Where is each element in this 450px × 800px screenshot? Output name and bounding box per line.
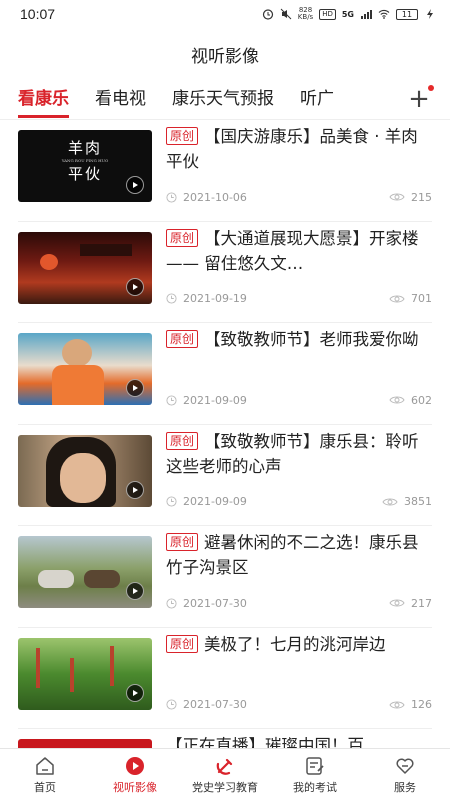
nav-label: 服务 [394, 780, 416, 794]
play-icon [126, 176, 144, 194]
hd-badge: HD [319, 8, 336, 20]
view-count: 602 [411, 393, 432, 407]
page-header: 视听影像 [0, 28, 450, 80]
nav-party-study[interactable]: 党史学习教育 [180, 749, 270, 800]
list-item[interactable]: 原创 【致敬教师节】康乐县：聆听这些老师的心声 2021-09-09 3851 [18, 425, 432, 526]
video-thumbnail[interactable] [18, 536, 152, 608]
original-tag: 原创 [166, 228, 199, 247]
clock-icon [166, 496, 177, 507]
view-count: 215 [411, 190, 432, 204]
list-item[interactable]: 原创 避暑休闲的不二之选！康乐县竹子沟景区 2021-07-30 217 [18, 526, 432, 628]
original-tag: 原创 [166, 533, 199, 551]
eye-icon [389, 396, 405, 404]
original-tag: 原创 [166, 431, 199, 450]
thumbnail-title: 羊肉 [67, 139, 102, 157]
play-circle-icon [126, 756, 144, 775]
nav-label: 视听影像 [113, 780, 157, 794]
clock-icon [166, 293, 177, 304]
channel-tabs: 看康乐 看电视 康乐天气预报 听广 [0, 80, 450, 120]
video-title: 原创 避暑休闲的不二之选！康乐县竹子沟景区 [166, 533, 419, 577]
video-meta: 2021-09-09 3851 [166, 493, 432, 511]
nav-service[interactable]: 服务 [360, 749, 450, 800]
publish-date: 2021-09-19 [183, 292, 247, 305]
play-icon [126, 582, 144, 600]
list-item[interactable]: 原创 美极了！七月的洮河岸边 2021-07-30 126 [18, 628, 432, 729]
clock-icon [166, 191, 177, 203]
video-meta: 2021-07-30 126 [166, 696, 432, 714]
eye-icon [389, 701, 405, 708]
publish-date: 2021-07-30 [183, 698, 247, 711]
video-title: 原创 【国庆游康乐】品美食 · 羊肉平伙 [166, 127, 418, 171]
play-icon [126, 480, 144, 499]
bottom-nav: 首页 视听影像 党史学习教育 我的考试 服务 [0, 748, 450, 800]
original-tag: 原创 [166, 330, 199, 348]
battery-indicator: 11 [396, 8, 418, 20]
list-item[interactable]: 【正在直播】璀璨中国！百 [18, 729, 432, 750]
list-item[interactable]: 原创 【大通道展现大愿景】开家楼 —— 留住悠久文… 2021-09-19 701 [18, 222, 432, 323]
nav-my-exam[interactable]: 我的考试 [270, 749, 360, 800]
nav-label: 党史学习教育 [192, 780, 258, 794]
view-count: 701 [411, 292, 432, 305]
eye-icon [389, 295, 405, 302]
video-thumbnail[interactable] [18, 231, 152, 304]
status-time: 10:07 [20, 6, 56, 22]
network-type: 5G [341, 9, 354, 19]
video-thumbnail[interactable] [18, 434, 152, 507]
publish-date: 2021-10-06 [183, 190, 247, 204]
video-title: 原创 【致敬教师节】康乐县：聆听这些老师的心声 [166, 431, 419, 476]
clock-icon [166, 394, 177, 406]
page-title: 视听影像 [191, 46, 259, 67]
charging-icon [427, 9, 433, 19]
notification-dot [428, 85, 434, 91]
video-title: 原创 美极了！七月的洮河岸边 [166, 632, 432, 682]
nav-video[interactable]: 视听影像 [90, 749, 180, 800]
home-icon [36, 756, 54, 775]
video-meta: 2021-09-19 701 [166, 290, 432, 308]
view-count: 126 [411, 698, 432, 711]
network-speed: 828 KB/s [297, 6, 314, 21]
clock-icon [166, 597, 177, 609]
video-meta: 2021-09-09 602 [166, 391, 432, 409]
alarm-icon [262, 9, 273, 20]
video-meta: 2021-07-30 217 [166, 594, 432, 612]
heart-service-icon [396, 758, 414, 774]
publish-date: 2021-09-09 [183, 393, 247, 407]
signal-icon [361, 10, 372, 19]
view-count: 217 [411, 596, 432, 610]
video-title: 原创 【大通道展现大愿景】开家楼 —— 留住悠久文… [166, 228, 419, 273]
status-icons: 828 KB/s HD 5G 11 [262, 7, 436, 21]
publish-date: 2021-07-30 [183, 596, 247, 610]
video-title: 原创 【致敬教师节】老师我爱你呦 [166, 327, 432, 377]
list-item[interactable]: 羊肉 YANG ROU PING HUO 平伙 原创 【国庆游康乐】品美食 · 羊… [18, 120, 432, 222]
tab-weather-forecast[interactable]: 康乐天气预报 [172, 80, 274, 118]
play-icon [126, 683, 144, 702]
tab-kan-kangle[interactable]: 看康乐 [18, 80, 69, 118]
video-list: 羊肉 YANG ROU PING HUO 平伙 原创 【国庆游康乐】品美食 · 羊… [18, 120, 432, 750]
status-bar: 10:07 828 KB/s HD 5G 11 [0, 0, 450, 28]
eye-icon [389, 599, 405, 607]
list-item[interactable]: 原创 【致敬教师节】老师我爱你呦 2021-09-09 602 [18, 323, 432, 425]
eye-icon [382, 498, 398, 505]
tab-radio[interactable]: 听广 [300, 80, 334, 118]
video-thumbnail[interactable] [18, 333, 152, 405]
wifi-icon [378, 9, 390, 19]
nav-label: 首页 [34, 780, 56, 794]
original-tag: 原创 [166, 127, 199, 145]
eye-icon [389, 193, 405, 201]
video-thumbnail[interactable] [18, 637, 152, 710]
publish-date: 2021-09-09 [183, 495, 247, 508]
video-meta: 2021-10-06 215 [166, 188, 432, 206]
party-emblem-icon [216, 758, 233, 775]
clock-icon [166, 699, 177, 710]
exam-edit-icon [306, 756, 324, 775]
video-thumbnail[interactable]: 羊肉 YANG ROU PING HUO 平伙 [18, 130, 152, 202]
tab-kan-dianshi[interactable]: 看电视 [95, 80, 146, 118]
view-count: 3851 [404, 495, 432, 508]
nav-home[interactable]: 首页 [0, 749, 90, 800]
nav-label: 我的考试 [293, 780, 337, 794]
mute-icon [280, 8, 292, 20]
play-icon [126, 379, 144, 397]
play-icon [126, 277, 144, 296]
original-tag: 原创 [166, 634, 199, 653]
